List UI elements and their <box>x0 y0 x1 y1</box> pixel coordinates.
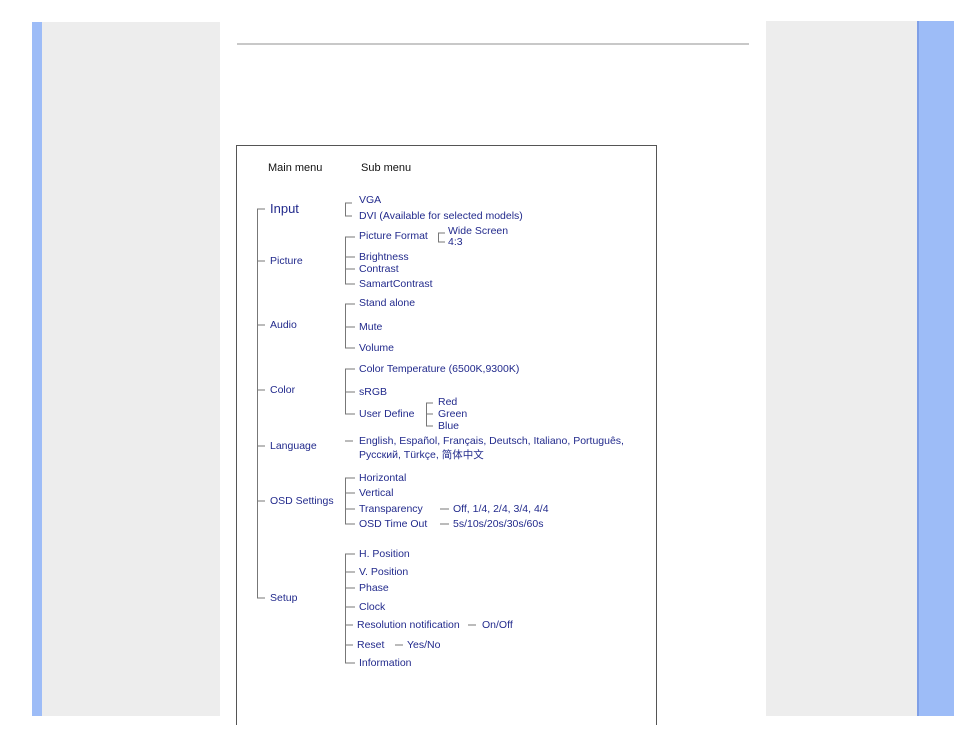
header-main-menu: Main menu <box>268 162 323 174</box>
option-values: Yes/No <box>407 639 441 651</box>
option-values: Off, 1/4, 2/4, 3/4, 4/4 <box>453 503 549 515</box>
sub-item: Picture Format <box>359 230 428 242</box>
sub-sub-item: Red <box>438 396 458 408</box>
sub-item: Clock <box>359 601 386 613</box>
sub-item: OSD Time Out <box>359 518 428 530</box>
sub-item: Horizontal <box>359 472 407 484</box>
header-sub-menu: Sub menu <box>361 162 412 174</box>
main-item-audio: Audio <box>270 319 297 331</box>
sub-item: SamartContrast <box>359 278 433 290</box>
sub-item: Contrast <box>359 263 399 275</box>
main-item-input: Input <box>270 201 299 216</box>
sub-item: Resolution notification <box>357 619 460 631</box>
sub-item: Stand alone <box>359 297 416 309</box>
sub-item: Reset <box>357 639 385 651</box>
sub-item: Phase <box>359 582 389 594</box>
sub-item: Transparency <box>359 503 423 515</box>
sub-item: Русский, Türkçe, 简体中文 <box>359 449 484 461</box>
sub-item: Vertical <box>359 487 394 499</box>
sub-item: VGA <box>359 194 382 206</box>
main-item-setup: Setup <box>270 592 298 604</box>
sub-sub-item: Green <box>438 408 468 420</box>
sub-item: User Define <box>359 408 415 420</box>
sub-item: sRGB <box>359 386 388 398</box>
option-values: On/Off <box>482 619 513 631</box>
main-item-color: Color <box>270 384 296 396</box>
sub-item: Brightness <box>359 251 409 263</box>
sub-item: V. Position <box>359 566 409 578</box>
main-item-osd-settings: OSD Settings <box>270 495 334 507</box>
sub-item: DVI (Available for selected models) <box>359 210 523 222</box>
sub-item: H. Position <box>359 548 410 560</box>
sub-item: English, Español, Français, Deutsch, Ita… <box>359 435 624 447</box>
main-item-language: Language <box>270 440 317 452</box>
sub-item: Color Temperature (6500K,9300K) <box>359 363 520 375</box>
sub-item: Information <box>359 657 412 669</box>
sub-sub-item: 4:3 <box>448 236 463 248</box>
option-values: 5s/10s/20s/30s/60s <box>453 518 544 530</box>
sub-item: Volume <box>359 342 395 354</box>
sub-sub-item: Blue <box>438 420 460 432</box>
main-item-picture: Picture <box>270 255 303 267</box>
sub-item: Mute <box>359 321 383 333</box>
